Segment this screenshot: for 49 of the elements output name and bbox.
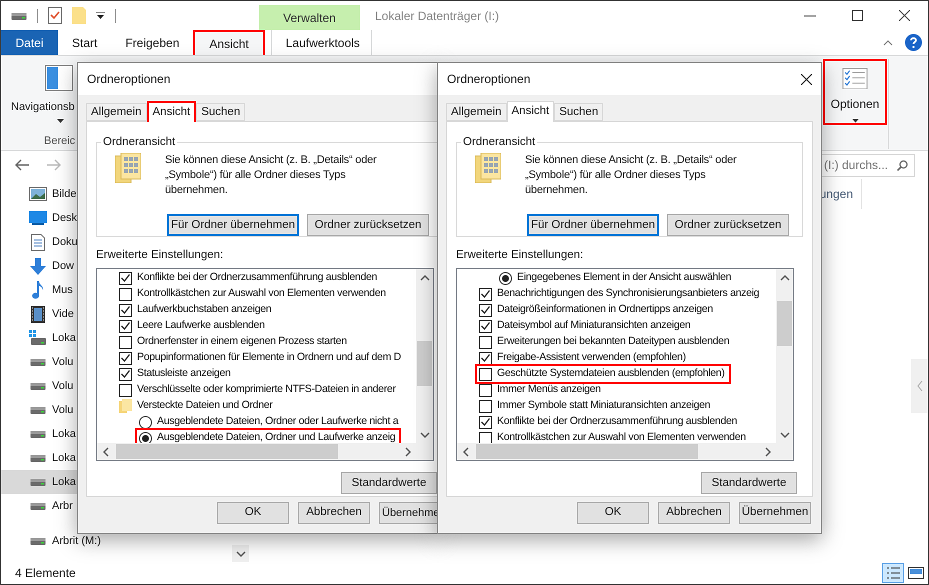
setting-label: Laufwerkbuchstaben anzeigen (137, 302, 272, 318)
setting-label: Konflikte bei der Ordnerzusammenführung ausblenden (137, 270, 378, 286)
group-title: Ordneransicht (102, 135, 176, 150)
nav-item-label: Vide (52, 306, 74, 322)
nav-item-label: Desk (52, 210, 78, 226)
dialog-title: Ordneroptionen (87, 71, 170, 88)
setting-label: Immer Symbole statt Miniaturansichten anzeigen (497, 398, 710, 414)
group-title: Ordneransicht (462, 135, 536, 150)
setting-label: Popupinformationen für Elemente in Ordnern und auf dem D (137, 350, 401, 366)
setting-label: Konflikte bei der Ordnerzusammenführung ausblenden (497, 414, 738, 430)
nav-item-label: Volu (52, 402, 74, 418)
settings-label: Erweiterte Einstellungen: (96, 248, 224, 263)
ribbon-group-label: Bereic (44, 134, 76, 148)
setting-label: Verschlüsselte oder komprimierte NTFS-Dateien in anderer (137, 382, 396, 398)
setting-label: Versteckte Dateien und Ordner (137, 398, 272, 414)
setting-label: Dateisymbol auf Miniaturansichten anzeigen (497, 318, 690, 334)
view-description: Sie können diese Ansicht (z. B. „Details“ oder „Symbole“) für alle Ordner dieses Typs übernehmen. (165, 153, 378, 198)
nav-item-label: Loka (52, 450, 76, 466)
context-tab-header: Verwalten (259, 5, 360, 30)
setting-label: Dateigrößeinformationen in Ordnertipps anzeigen (497, 302, 713, 318)
nav-item-label: Loka (52, 426, 76, 442)
dialog-title: Ordneroptionen (447, 71, 530, 88)
settings-label: Erweiterte Einstellungen: (456, 248, 584, 263)
nav-item-label: Mus (52, 282, 73, 298)
status-text: 4 Elemente (15, 565, 76, 582)
setting-label: Leere Laufwerke ausblenden (137, 318, 265, 334)
view-description: Sie können diese Ansicht (z. B. „Details“ oder „Symbole“) für alle Ordner dieses Typs übernehmen. (525, 153, 738, 198)
setting-label: Benachrichtigungen des Synchronisierungsanbieters anzeig (497, 286, 760, 302)
nav-item-label: Doku (52, 234, 78, 250)
setting-label: Erweiterungen bei bekannten Dateitypen ausblenden (497, 334, 730, 350)
setting-label: Ausgeblendete Dateien, Ordner und Laufwerke anzeig (157, 430, 396, 444)
setting-label: Statusleiste anzeigen (137, 366, 231, 382)
setting-label: Geschützte Systemdateien ausblenden (empfohlen) (497, 366, 725, 382)
nav-item-label: Arbr (52, 498, 73, 514)
setting-label: Ausgeblendete Dateien, Ordner oder Laufwerke nicht a (157, 414, 398, 430)
nav-item-label: Volu (52, 354, 74, 370)
nav-item-label: Arbrit (M:) (52, 534, 101, 549)
nav-item-label: Dow (52, 258, 74, 274)
setting-label: Kontrollkästchen zur Auswahl von Elementen verwenden (137, 286, 386, 302)
setting-label: Freigabe-Assistent verwenden (empfohlen) (497, 350, 686, 366)
window-title: Lokaler Datenträger (I:) (375, 8, 500, 24)
nav-item-label: Volu (52, 378, 74, 394)
nav-item-label: Loka (52, 330, 76, 346)
nav-item-label: Bilde (52, 186, 76, 202)
setting-label: Kontrollkästchen zur Auswahl von Elementen verwenden (497, 430, 746, 444)
setting-label: Ordnerfenster in einem eigenen Prozess starten (137, 334, 347, 350)
setting-label: Eingegebenes Element in der Ansicht auswählen (517, 270, 732, 286)
nav-item-label: Loka (52, 474, 76, 490)
setting-label: Immer Menüs anzeigen (497, 382, 601, 398)
